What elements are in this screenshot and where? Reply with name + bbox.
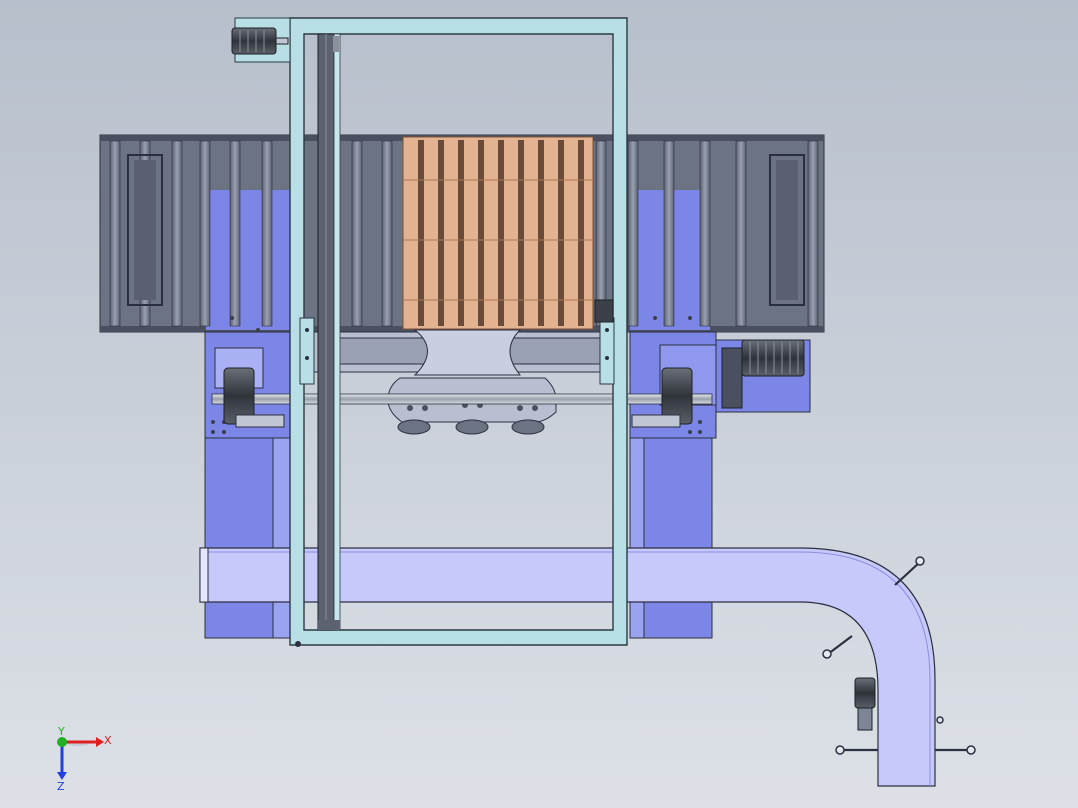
conveyor-roller [351,140,363,327]
pallet-slat-gap [438,140,444,326]
conveyor-roller [807,140,819,327]
y-axis-dot [57,737,67,747]
curve-conveyor-motor [854,677,876,709]
conveyor-roller [381,140,393,327]
conveyor-roller [595,140,607,327]
cad-viewport[interactable]: X Y Z [0,0,1078,808]
x-axis-label: X [104,734,112,747]
conveyor-roller [627,140,639,327]
pallet-slat-gap [578,140,584,326]
palletizer-assembly-drawing[interactable]: X Y Z [0,0,1078,808]
conveyor-roller [261,140,273,327]
pallet-slat-gap [558,140,564,326]
conveyor-roller [171,140,183,327]
pallet-slat-gap [538,140,544,326]
conveyor-roller [735,140,747,327]
y-axis-label: Y [57,725,65,738]
conveyor-roller [229,140,241,327]
pallet-slat-gap [498,140,504,326]
conveyor-roller [109,140,121,327]
pallet-slat-gap [478,140,484,326]
conveyor-roller [699,140,711,327]
pallet-slat-gap [418,140,424,326]
conveyor-roller [199,140,211,327]
pallet-slat-gap [518,140,524,326]
pallet-slat-gap [458,140,464,326]
wooden-pallet[interactable] [402,136,594,330]
z-axis-label: Z [57,780,65,793]
conveyor-roller [663,140,675,327]
